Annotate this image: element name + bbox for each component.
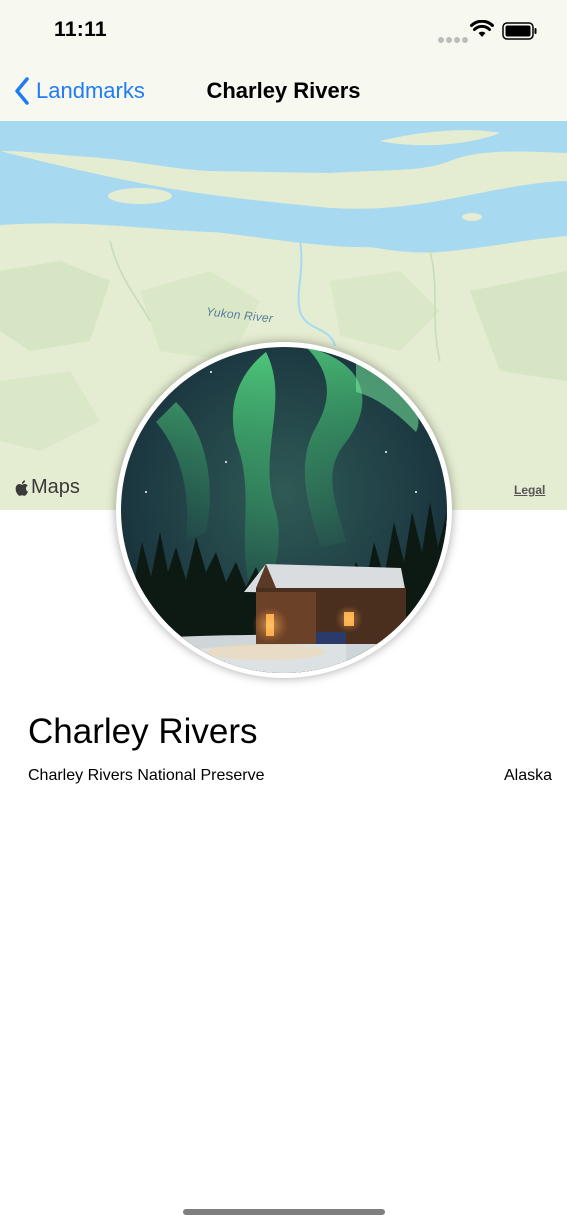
landmark-title: Charley Rivers (28, 712, 258, 751)
park-name: Charley Rivers National Preserve (28, 767, 265, 784)
cellular-signal-icon (438, 30, 470, 48)
status-bar: 11:11 (0, 0, 567, 60)
home-indicator[interactable] (183, 1209, 385, 1215)
status-time: 11:11 (54, 18, 107, 41)
legal-link[interactable]: Legal (514, 483, 545, 497)
apple-maps-logo: Maps (14, 476, 80, 499)
navigation-bar: Landmarks Charley Rivers (0, 60, 567, 122)
aurora-cabin-image (121, 347, 447, 673)
wifi-icon (470, 20, 494, 37)
nav-title: Charley Rivers (206, 78, 361, 103)
maps-logo-text: Maps (31, 476, 80, 498)
landmark-photo (116, 342, 452, 678)
apple-logo-icon (15, 479, 28, 496)
state-name: Alaska (503, 767, 552, 784)
battery-icon (502, 22, 537, 40)
